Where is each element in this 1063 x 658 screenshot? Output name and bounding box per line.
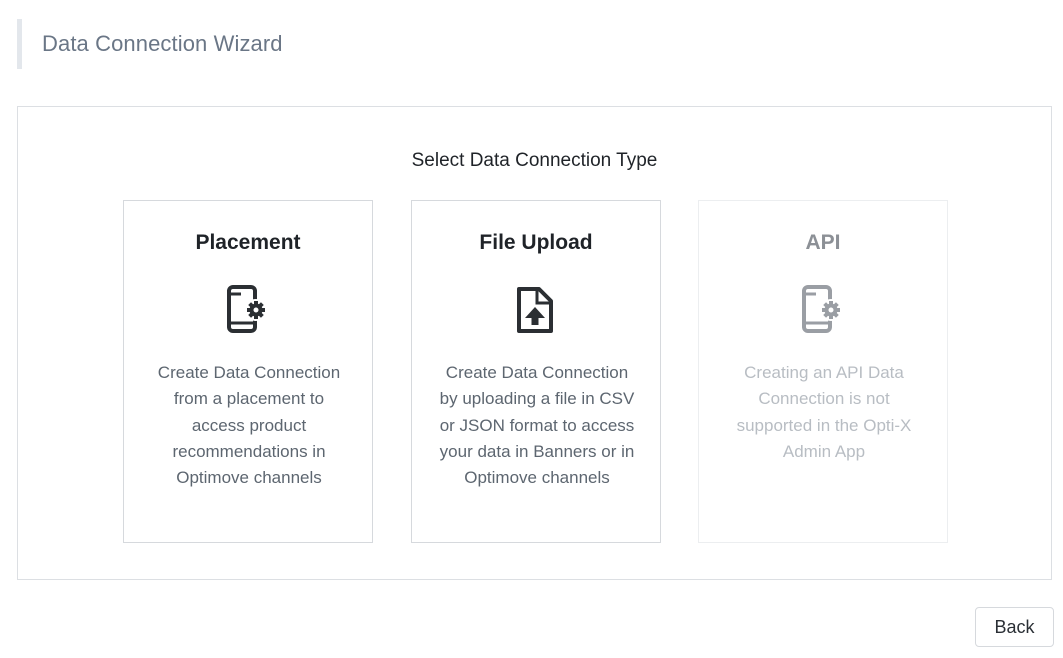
page-title: Data Connection Wizard [42, 31, 283, 56]
mobile-settings-icon [802, 285, 842, 333]
wizard-panel: Select Data Connection Type Placement Cr… [17, 106, 1052, 580]
card-description: Creating an API Data Connection is not s… [736, 363, 912, 461]
file-upload-icon [517, 287, 553, 333]
page-header: Data Connection Wizard [17, 19, 283, 69]
wizard-page: Data Connection Wizard Select Data Conne… [0, 0, 1063, 658]
card-description: Create Data Connection from a placement … [157, 363, 341, 488]
section-title: Select Data Connection Type [411, 150, 658, 171]
option-card-file-upload[interactable]: File Upload Create Data Connection by up… [411, 200, 661, 543]
mobile-settings-icon [227, 285, 267, 333]
back-button[interactable]: Back [975, 607, 1054, 647]
option-card-api: API Creating an API Data Connection is n… [698, 200, 948, 543]
card-title: Placement [195, 231, 301, 254]
card-description: Create Data Connection by uploading a fi… [439, 363, 635, 488]
option-card-placement[interactable]: Placement Create Data Connection from a … [123, 200, 373, 543]
card-title: File Upload [479, 231, 593, 254]
card-title: API [805, 231, 841, 254]
